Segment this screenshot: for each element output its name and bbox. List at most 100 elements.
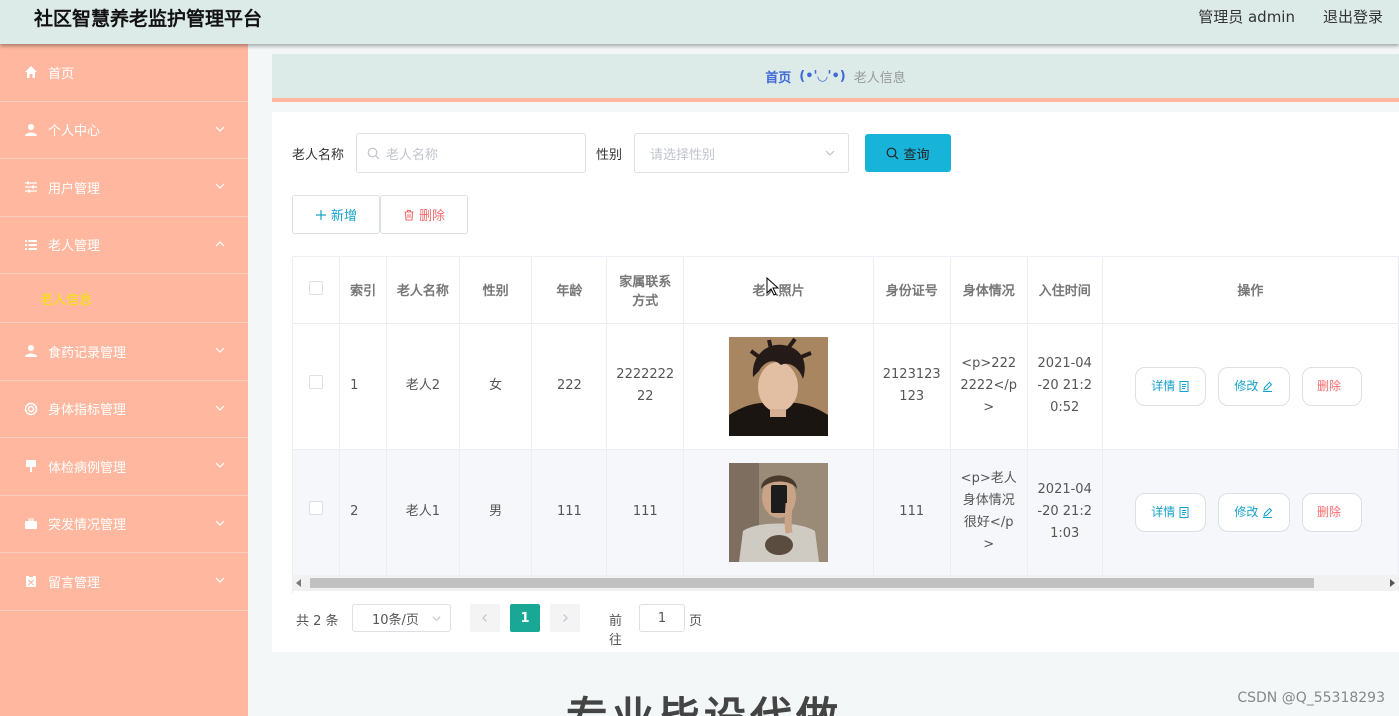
id-line: 111 xyxy=(899,504,925,519)
detail-button[interactable]: 详情 xyxy=(1134,366,1206,406)
elderly-photo[interactable] xyxy=(728,462,828,562)
column-header: 家属联系 方式 xyxy=(606,257,685,324)
row-checkbox[interactable] xyxy=(309,375,324,389)
sidebar-item-messages[interactable]: 留言管理 xyxy=(0,553,248,611)
gender-select[interactable]: 请选择性别 xyxy=(634,133,850,173)
chevron-down-icon xyxy=(825,150,835,156)
id-number-cell: 2123123 123 xyxy=(873,323,951,450)
row-select-cell xyxy=(293,323,341,450)
detail-button-label: 详情 xyxy=(1151,505,1176,519)
document-icon xyxy=(1179,506,1189,518)
elderly-photo[interactable] xyxy=(728,336,828,436)
app-title: 社区智慧养老监护管理平台 xyxy=(34,8,263,30)
sidebar-item-label: 体检病例管理 xyxy=(48,460,127,476)
scrollbar-thumb[interactable] xyxy=(310,578,1314,588)
scroll-left-arrow-icon[interactable] xyxy=(296,579,301,587)
goto-label: 前往 xyxy=(609,614,623,648)
search-icon xyxy=(367,147,380,159)
operations-cell: 详情 修改 删除 xyxy=(1102,323,1399,450)
sidebar-item-medical-records[interactable]: 体检病例管理 xyxy=(0,438,248,496)
sidebar-item-user-management[interactable]: 用户管理 xyxy=(0,159,248,217)
row-checkbox[interactable] xyxy=(309,501,324,515)
content-panel: 老人名称 老人名称 性别 请选择性别 查询 新增 删除 索引 老人名称 性别 年… xyxy=(272,112,1399,652)
column-header: 老人名称 xyxy=(386,257,460,324)
current-user: 管理员 admin xyxy=(1198,8,1295,26)
detail-button[interactable]: 详情 xyxy=(1134,492,1206,532)
detail-button-label: 详情 xyxy=(1151,379,1176,393)
briefcase-icon xyxy=(24,517,38,531)
breadcrumb-separator: (•'◡'•) xyxy=(799,68,846,84)
operations-cell: 详情 修改 删除 xyxy=(1102,449,1399,576)
breadcrumb-home-link[interactable]: 首页 xyxy=(765,67,791,86)
chevron-down-icon xyxy=(215,405,225,411)
contact-cell: 111 xyxy=(606,449,685,576)
column-header-line: 方式 xyxy=(632,293,659,309)
column-header: 身体情况 xyxy=(950,257,1028,324)
sidebar-item-label: 身体指标管理 xyxy=(48,403,127,419)
sidebar-item-food-medicine[interactable]: 食药记录管理 xyxy=(0,323,248,381)
sidebar-item-elderly-management[interactable]: 老人管理 xyxy=(0,217,248,274)
home-icon xyxy=(24,65,38,79)
page-unit-label: 页 xyxy=(689,614,703,629)
edit-button-label: 修改 xyxy=(1234,505,1259,519)
sidebar-item-label: 个人中心 xyxy=(48,124,101,140)
contact-line: 111 xyxy=(632,504,658,519)
scroll-right-arrow-icon[interactable] xyxy=(1390,579,1395,587)
column-header: 入住时间 xyxy=(1027,257,1103,324)
name-cell: 老人2 xyxy=(386,323,460,450)
index-cell: 2 xyxy=(339,449,388,576)
trash-icon xyxy=(404,209,414,221)
logout-button[interactable]: 退出登录 xyxy=(1323,6,1383,27)
watermark: CSDN @Q_55318293 xyxy=(1237,690,1385,706)
next-page-button[interactable] xyxy=(550,604,580,632)
elderly-table: 索引 老人名称 性别 年龄 家属联系 方式 老人照片 身份证号 身体情况 入住时… xyxy=(292,256,1399,594)
contact-line: 2222222 xyxy=(616,367,675,382)
sidebar-item-home[interactable]: 首页 xyxy=(0,44,248,102)
clipboard-icon xyxy=(24,574,38,588)
query-button[interactable]: 查询 xyxy=(865,134,951,172)
name-search-input[interactable]: 老人名称 xyxy=(356,133,587,173)
chevron-down-icon xyxy=(215,347,225,353)
sidebar-subitem-elderly-info[interactable]: 老人信息 xyxy=(0,274,248,323)
id-line: 123 xyxy=(899,389,925,404)
column-header: 操作 xyxy=(1102,257,1399,324)
column-header-line: 家属联系 xyxy=(619,274,672,290)
edit-button[interactable]: 修改 xyxy=(1217,366,1290,406)
row-select-cell xyxy=(293,449,341,576)
batch-delete-button[interactable]: 删除 xyxy=(380,195,468,234)
document-icon xyxy=(1179,380,1189,392)
edit-button[interactable]: 修改 xyxy=(1217,492,1290,532)
pencil-icon xyxy=(1263,381,1273,392)
age-cell: 222 xyxy=(531,323,608,450)
gender-cell: 女 xyxy=(459,323,533,450)
sidebar-subitem-label: 老人信息 xyxy=(40,292,93,308)
health-line: 很好</p xyxy=(963,515,1014,530)
user-icon xyxy=(24,123,38,137)
column-header: 性别 xyxy=(459,257,533,324)
breadcrumb-current: 老人信息 xyxy=(853,70,906,86)
delete-row-button[interactable]: 删除 xyxy=(1302,492,1363,532)
page-number-button[interactable]: 1 xyxy=(510,604,540,632)
table-horizontal-scrollbar[interactable] xyxy=(292,575,1399,591)
sidebar-item-label: 留言管理 xyxy=(48,575,101,591)
mouse-cursor-icon xyxy=(766,277,780,296)
delete-row-button[interactable]: 删除 xyxy=(1302,366,1363,406)
sidebar-item-personal-center[interactable]: 个人中心 xyxy=(0,102,248,159)
page-size-select[interactable]: 10条/页 xyxy=(352,604,451,632)
sidebar: 首页 个人中心 用户管理 老人管理 老人信息 食药记录管理 身体指标管理 体检病… xyxy=(0,44,248,716)
sidebar-item-body-metrics[interactable]: 身体指标管理 xyxy=(0,381,248,438)
gender-select-placeholder: 请选择性别 xyxy=(650,147,716,163)
gender-filter-label: 性别 xyxy=(596,147,623,163)
column-header: 年龄 xyxy=(531,257,608,324)
name-search-placeholder: 老人名称 xyxy=(386,147,439,163)
chevron-down-icon xyxy=(215,126,225,132)
overlay-big-text: 专业毕设代做 xyxy=(566,684,842,716)
sliders-icon xyxy=(24,180,38,194)
query-button-label: 查询 xyxy=(903,147,930,163)
goto-page-input[interactable]: 1 xyxy=(639,604,685,632)
sidebar-item-emergency[interactable]: 突发情况管理 xyxy=(0,496,248,553)
chevron-down-icon xyxy=(215,183,225,189)
prev-page-button[interactable] xyxy=(470,604,500,632)
select-all-checkbox[interactable] xyxy=(309,280,324,295)
add-button[interactable]: 新增 xyxy=(292,195,380,234)
